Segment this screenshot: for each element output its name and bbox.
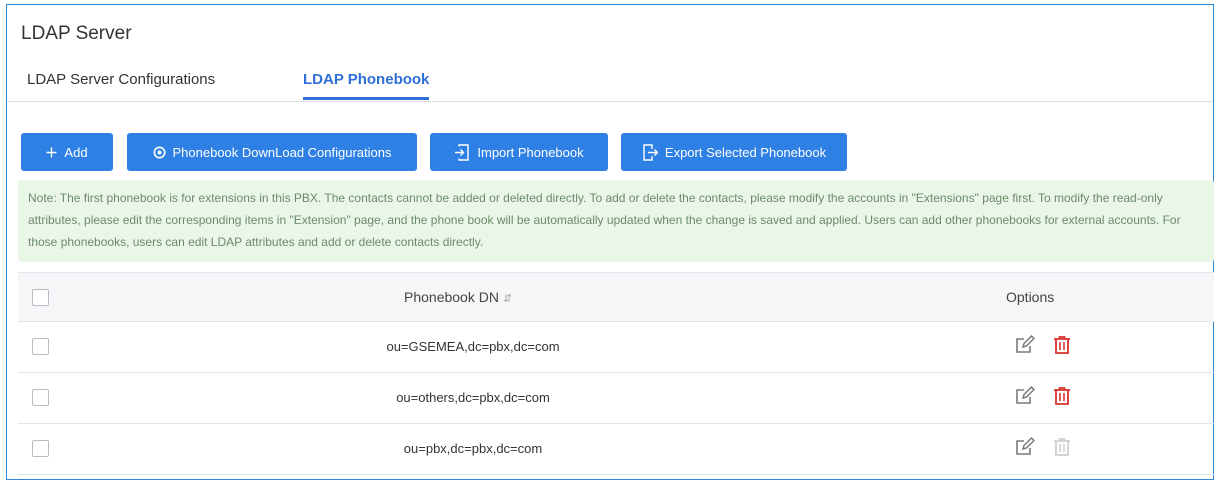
phonebook-dn-column-header[interactable]: Phonebook DN ⇵ — [404, 289, 512, 305]
tab-ldap-phonebook[interactable]: LDAP Phonebook — [303, 71, 430, 100]
edit-icon[interactable] — [1015, 385, 1036, 411]
phonebook-dn: ou=pbx,dc=pbx,dc=com — [403, 441, 543, 456]
settings-icon — [153, 146, 166, 159]
trash-icon[interactable] — [1052, 386, 1072, 411]
phonebook-download-configurations-label: Phonebook DownLoad Configurations — [172, 144, 392, 160]
tab-ldap-server-configurations[interactable]: LDAP Server Configurations — [27, 71, 215, 98]
import-icon — [454, 143, 470, 161]
add-button-label: Add — [64, 144, 88, 160]
table-row: ou=pbx,dc=pbx,dc=com — [18, 424, 1214, 475]
phonebook-note: Note: The first phonebook is for extensi… — [18, 180, 1214, 262]
table-row: ou=GSEMEA,dc=pbx,dc=com — [18, 322, 1214, 373]
phonebook-dn: ou=others,dc=pbx,dc=com — [396, 390, 550, 405]
phonebook-download-configurations-button[interactable]: Phonebook DownLoad Configurations — [127, 133, 417, 171]
phonebook-dn-header-label: Phonebook DN — [404, 289, 499, 305]
trash-icon-disabled — [1052, 437, 1072, 462]
trash-icon[interactable] — [1052, 335, 1072, 360]
import-phonebook-label: Import Phonebook — [477, 144, 584, 160]
plus-icon — [46, 147, 57, 158]
export-selected-phonebook-label: Export Selected Phonebook — [664, 144, 827, 160]
page-title: LDAP Server — [21, 23, 132, 44]
export-icon — [642, 143, 658, 161]
import-phonebook-button[interactable]: Import Phonebook — [430, 133, 608, 171]
edit-icon[interactable] — [1015, 334, 1036, 360]
phonebook-dn: ou=GSEMEA,dc=pbx,dc=com — [386, 339, 560, 354]
sort-icon: ⇵ — [502, 293, 513, 305]
table-row: ou=others,dc=pbx,dc=com — [18, 373, 1214, 424]
edit-icon[interactable] — [1015, 436, 1036, 462]
options-column-header: Options — [1006, 289, 1055, 305]
export-selected-phonebook-button[interactable]: Export Selected Phonebook — [621, 133, 847, 171]
add-button[interactable]: Add — [21, 133, 113, 171]
phonebook-table: Phonebook DN ⇵ Options ou=GSEMEA,dc=pbx,d… — [18, 272, 1214, 475]
select-all-checkbox[interactable] — [32, 289, 49, 306]
table-header-row: Phonebook DN ⇵ Options — [18, 272, 1214, 322]
tab-bar: LDAP Server Configurations LDAP Phoneboo… — [7, 65, 1213, 102]
